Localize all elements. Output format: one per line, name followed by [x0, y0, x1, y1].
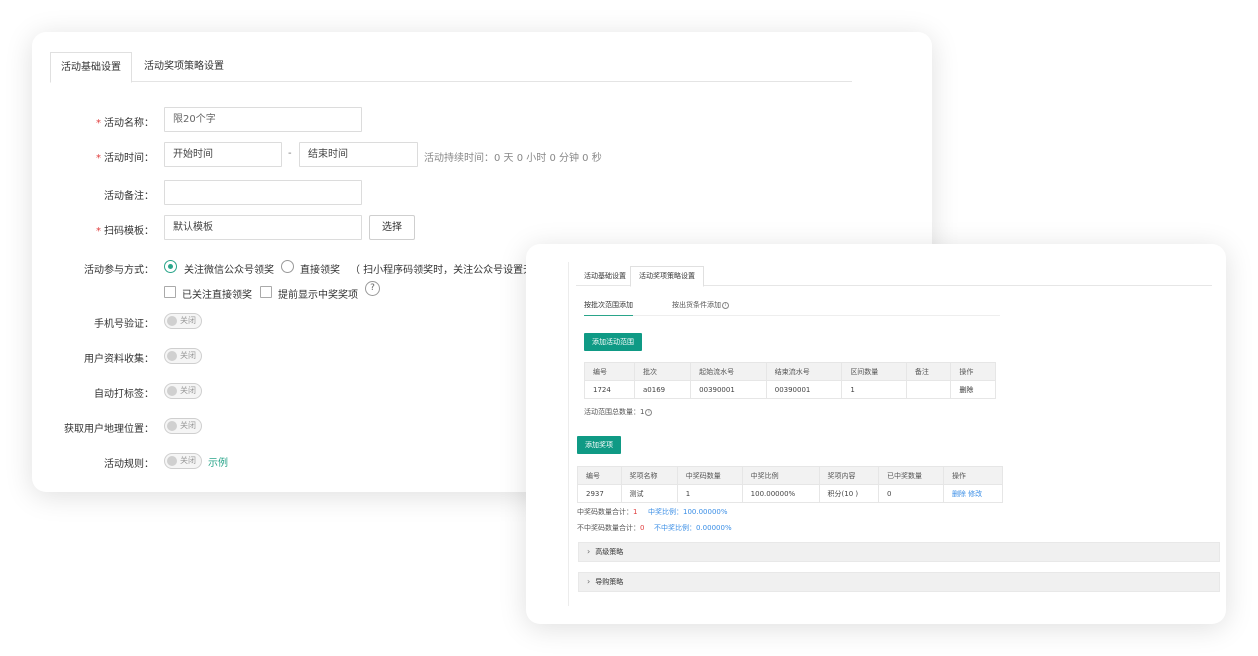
- activity-remark-label: 活动备注：: [104, 191, 154, 202]
- col-header: 备注: [905, 362, 952, 381]
- radio-follow-wechat[interactable]: [164, 260, 177, 273]
- scan-template-label: * 扫码模板：: [96, 226, 154, 237]
- col-header: 编号: [577, 466, 622, 485]
- activity-name-input[interactable]: 限20个字: [164, 107, 362, 132]
- col-header: 操作: [942, 466, 1004, 485]
- cell: [905, 380, 952, 399]
- follow-wechat-label: 关注微信公众号领奖: [184, 265, 274, 276]
- cell: 100.00000%: [741, 484, 820, 503]
- radio-direct-claim[interactable]: [281, 260, 294, 273]
- col-header: 操作: [950, 362, 996, 381]
- direct-claim-label: 直接领奖: [300, 265, 340, 276]
- cell: 积分(10 ): [818, 484, 879, 503]
- user-info-toggle[interactable]: 关闭: [164, 348, 202, 364]
- tab-basic-settings[interactable]: 活动基础设置: [576, 266, 634, 286]
- activity-remark-input[interactable]: [164, 180, 362, 205]
- activity-rules-label: 活动规则：: [104, 459, 154, 470]
- select-template-button[interactable]: 选择: [369, 215, 415, 240]
- cell: 00390001: [765, 380, 843, 399]
- geo-location-label: 获取用户地理位置：: [64, 424, 154, 435]
- col-header: 中奖码数量: [676, 466, 743, 485]
- user-info-label: 用户资料收集：: [84, 354, 154, 365]
- end-time-input[interactable]: 结束时间: [299, 142, 418, 167]
- prize-strategy-card: 活动基础设置 活动奖项策略设置 按批次范围添加 按出货条件添加 i 添加活动范围 …: [526, 244, 1226, 624]
- checkbox-followed-direct[interactable]: [164, 286, 176, 298]
- prize-actions: 删除 修改: [942, 484, 1004, 503]
- col-header: 区间数量: [841, 362, 907, 381]
- chevron-right-icon: ›: [587, 547, 591, 556]
- tab-prize-strategy[interactable]: 活动奖项策略设置: [630, 266, 704, 287]
- geo-location-toggle[interactable]: 关闭: [164, 418, 202, 434]
- auto-tag-label: 自动打标签：: [94, 389, 154, 400]
- col-header: 奖项名称: [620, 466, 678, 485]
- table-row: 1724 a0169 00390001 00390001 1 删除: [584, 380, 996, 399]
- info-icon: i: [645, 408, 653, 416]
- chevron-right-icon: ›: [587, 577, 591, 586]
- win-total: 中奖码数量合计：1: [577, 508, 638, 516]
- prize-table-header: 编号 奖项名称 中奖码数量 中奖比例 奖项内容 已中奖数量 操作: [577, 466, 1004, 485]
- col-header: 起始流水号: [690, 362, 767, 381]
- checkbox-show-prize[interactable]: [260, 286, 272, 298]
- phone-verify-label: 手机号验证：: [94, 319, 154, 330]
- add-range-button[interactable]: 添加活动范围: [584, 333, 642, 351]
- delete-prize-link[interactable]: 删除: [952, 490, 966, 498]
- tab-basic-settings[interactable]: 活动基础设置: [50, 52, 132, 83]
- col-header: 编号: [584, 362, 635, 381]
- cell: 测试: [620, 484, 678, 503]
- rules-example-link[interactable]: 示例: [208, 454, 228, 469]
- col-header: 批次: [633, 362, 692, 381]
- advanced-strategy-panel[interactable]: › 高级策略: [578, 542, 1220, 562]
- strategy-subtabs: 按批次范围添加 按出货条件添加 i: [584, 296, 1000, 316]
- table-row: 2937 测试 1 100.00000% 积分(10 ) 0 删除 修改: [577, 484, 1004, 503]
- basic-tabs: 活动基础设置 活动奖项策略设置: [50, 52, 852, 83]
- lose-ratio: 不中奖比例：0.00000%: [654, 524, 732, 532]
- col-header: 中奖比例: [741, 466, 820, 485]
- col-header: 已中奖数量: [877, 466, 944, 485]
- prize-table: 编号 奖项名称 中奖码数量 中奖比例 奖项内容 已中奖数量 操作 2937 测试…: [577, 466, 1004, 503]
- show-prize-label: 提前显示中奖奖项: [278, 290, 358, 301]
- scan-template-input[interactable]: 默认模板: [164, 215, 362, 240]
- col-header: 奖项内容: [818, 466, 879, 485]
- cell: 00390001: [690, 380, 767, 399]
- activity-rules-toggle[interactable]: 关闭: [164, 453, 202, 469]
- help-icon[interactable]: ?: [365, 281, 380, 296]
- col-header: 结束流水号: [765, 362, 843, 381]
- delete-range-link[interactable]: 删除: [950, 380, 996, 399]
- side-divider: [568, 262, 569, 606]
- participation-label: 活动参与方式：: [84, 265, 154, 276]
- range-table: 编号 批次 起始流水号 结束流水号 区间数量 备注 操作 1724 a0169 …: [584, 362, 996, 399]
- subtab-by-shipment[interactable]: 按出货条件添加 i: [672, 296, 729, 316]
- participation-note: （ 扫小程序码领奖时，关注公众号设置无效: [350, 265, 544, 276]
- activity-name-label: * 活动名称：: [96, 118, 154, 129]
- duration-text: 活动持续时间：0 天 0 小时 0 分钟 0 秒: [424, 153, 602, 164]
- info-icon: i: [722, 301, 729, 309]
- time-separator: -: [288, 148, 292, 159]
- tab-prize-strategy[interactable]: 活动奖项策略设置: [134, 52, 234, 82]
- guide-strategy-panel[interactable]: › 导购策略: [578, 572, 1220, 592]
- cell: 1: [841, 380, 907, 399]
- range-table-header: 编号 批次 起始流水号 结束流水号 区间数量 备注 操作: [584, 362, 996, 381]
- win-ratio: 中奖比例：100.00000%: [648, 508, 728, 516]
- cell: 2937: [577, 484, 622, 503]
- activity-time-label: * 活动时间：: [96, 153, 154, 164]
- cell: 0: [877, 484, 944, 503]
- lose-total: 不中奖码数量合计：0: [577, 524, 645, 532]
- cell: 1724: [584, 380, 635, 399]
- phone-verify-toggle[interactable]: 关闭: [164, 313, 202, 329]
- range-total: 活动范围总数量：1 i: [584, 407, 653, 417]
- add-prize-button[interactable]: 添加奖项: [577, 436, 621, 454]
- start-time-input[interactable]: 开始时间: [164, 142, 282, 167]
- cell: 1: [676, 484, 743, 503]
- followed-direct-label: 已关注直接领奖: [182, 290, 252, 301]
- strategy-tabs: 活动基础设置 活动奖项策略设置: [576, 266, 1212, 287]
- subtab-by-batch[interactable]: 按批次范围添加: [584, 296, 633, 316]
- auto-tag-toggle[interactable]: 关闭: [164, 383, 202, 399]
- cell: a0169: [633, 380, 692, 399]
- edit-prize-link[interactable]: 修改: [968, 490, 982, 498]
